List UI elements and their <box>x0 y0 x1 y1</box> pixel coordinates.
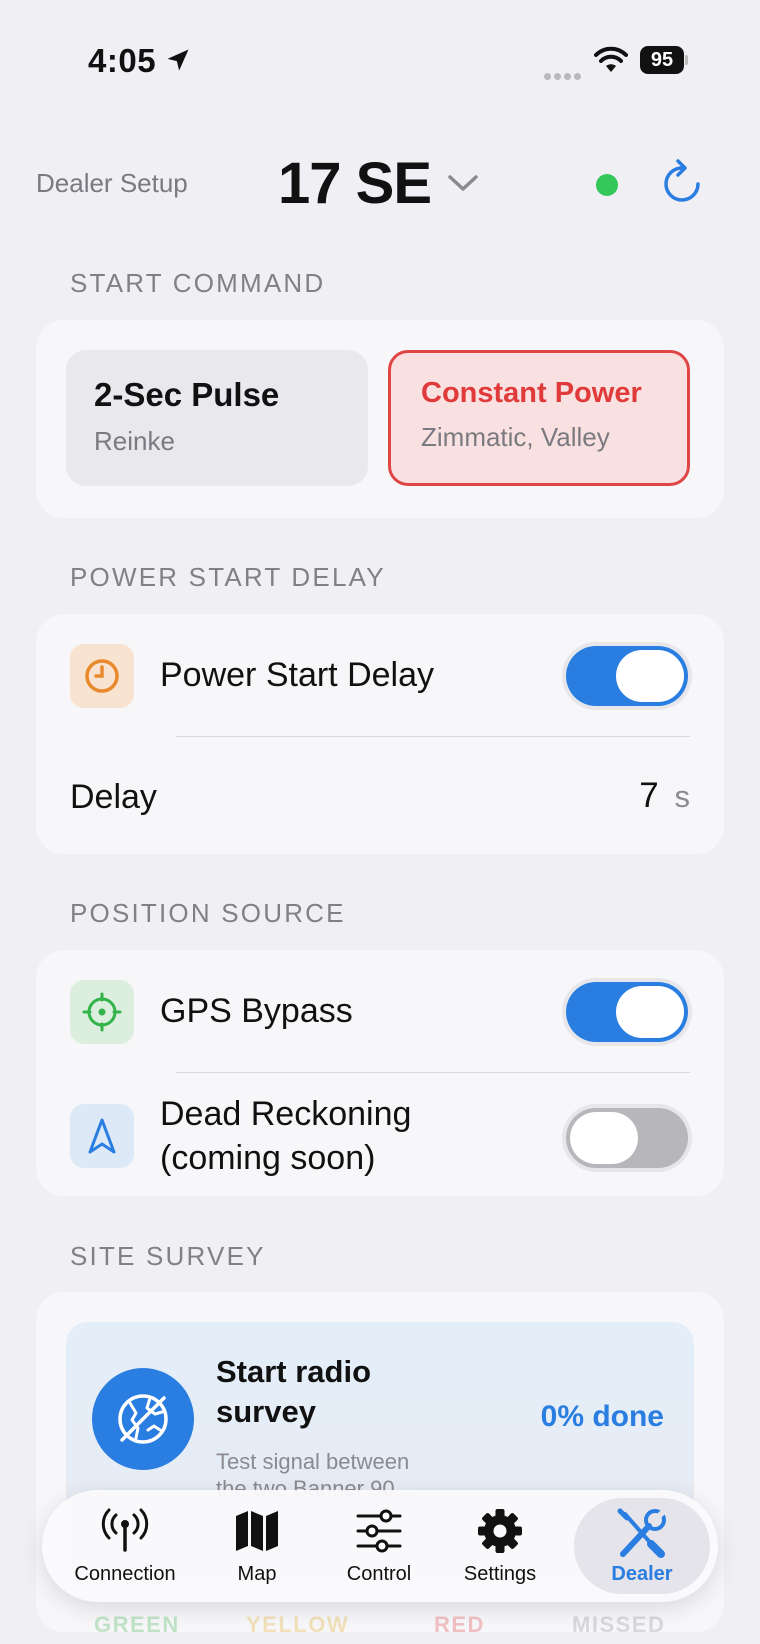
dead-reckoning-toggle[interactable] <box>566 1108 688 1168</box>
tab-settings[interactable]: Settings <box>442 1490 558 1602</box>
chevron-down-icon[interactable] <box>446 172 480 194</box>
start-command-card: 2-Sec Pulse Reinke Constant Power Zimmat… <box>36 320 724 518</box>
tab-label: Connection <box>74 1563 176 1585</box>
gps-bypass-label: GPS Bypass <box>160 992 353 1030</box>
delay-label: Delay <box>70 778 157 816</box>
option-constant-power[interactable]: Constant Power Zimmatic, Valley <box>388 350 690 486</box>
cellular-signal-icon <box>544 67 584 85</box>
globe-icon <box>92 1368 194 1470</box>
gear-icon <box>478 1509 522 1553</box>
position-source-section-label: POSITION SOURCE <box>70 898 346 928</box>
location-arrow-icon <box>167 49 189 71</box>
survey-title: Start radio survey <box>216 1354 372 1429</box>
dead-reckoning-line1: Dead Reckoning <box>160 1095 412 1133</box>
tab-label: Dealer <box>611 1563 673 1585</box>
wifi-icon <box>594 46 628 72</box>
option-subtitle: Reinke <box>94 426 175 456</box>
survey-legend: GREEN YELLOW RED MISSED <box>0 1612 760 1644</box>
dead-reckoning-label: Dead Reckoning (coming soon) <box>160 1092 411 1180</box>
tab-dealer[interactable]: Dealer <box>574 1498 710 1594</box>
tab-label: Control <box>346 1563 412 1585</box>
divider <box>176 736 690 737</box>
tab-label: Settings <box>463 1563 537 1585</box>
power-start-delay-toggle[interactable] <box>566 646 688 706</box>
survey-progress: 0% done <box>540 1400 664 1433</box>
legend-green: GREEN <box>94 1612 180 1637</box>
tab-label: Map <box>237 1563 277 1585</box>
option-title: Constant Power <box>421 377 642 409</box>
tab-connection[interactable]: Connection <box>60 1490 190 1602</box>
delay-value-field[interactable]: 7 s <box>639 776 690 816</box>
battery-icon: 95 <box>640 46 688 74</box>
antenna-icon <box>101 1508 149 1552</box>
dealer-setup-label[interactable]: Dealer Setup <box>36 168 188 199</box>
status-time: 4:05 <box>88 42 157 79</box>
map-icon <box>236 1511 278 1551</box>
refresh-icon[interactable] <box>660 158 706 208</box>
device-title[interactable]: 17 SE <box>278 150 432 217</box>
survey-description-line1: Test signal between <box>216 1449 410 1474</box>
status-bar: 4:05 95 <box>0 0 760 120</box>
delay-unit: s <box>674 779 691 814</box>
gps-bypass-toggle[interactable] <box>566 982 688 1042</box>
tab-bar: Connection Map Control Settings Dealer <box>42 1490 718 1602</box>
legend-yellow: YELLOW <box>246 1612 350 1637</box>
legend-missed: MISSED <box>572 1612 666 1637</box>
sliders-icon <box>356 1509 402 1553</box>
crosshair-icon <box>70 980 134 1044</box>
option-2-sec-pulse[interactable]: 2-Sec Pulse Reinke <box>66 350 368 486</box>
option-subtitle: Zimmatic, Valley <box>421 422 610 452</box>
battery-level: 95 <box>640 46 684 74</box>
tab-map[interactable]: Map <box>204 1490 310 1602</box>
power-start-delay-section-label: POWER START DELAY <box>70 562 386 592</box>
divider <box>176 1072 690 1073</box>
power-start-delay-card: Power Start Delay Delay 7 s <box>36 614 724 854</box>
clock-icon <box>70 644 134 708</box>
delay-value: 7 <box>639 776 659 815</box>
power-start-delay-label: Power Start Delay <box>160 656 434 694</box>
site-survey-section-label: SITE SURVEY <box>70 1241 266 1271</box>
legend-red: RED <box>434 1612 485 1637</box>
position-source-card: GPS Bypass Dead Reckoning (coming soon) <box>36 950 724 1196</box>
navigation-arrow-icon <box>70 1104 134 1168</box>
dead-reckoning-line2: (coming soon) <box>160 1139 376 1177</box>
tab-control[interactable]: Control <box>324 1490 434 1602</box>
start-command-section-label: START COMMAND <box>70 268 326 298</box>
connection-status-dot <box>596 174 618 196</box>
option-title: 2-Sec Pulse <box>94 376 280 413</box>
wrench-screwdriver-icon <box>617 1508 666 1558</box>
